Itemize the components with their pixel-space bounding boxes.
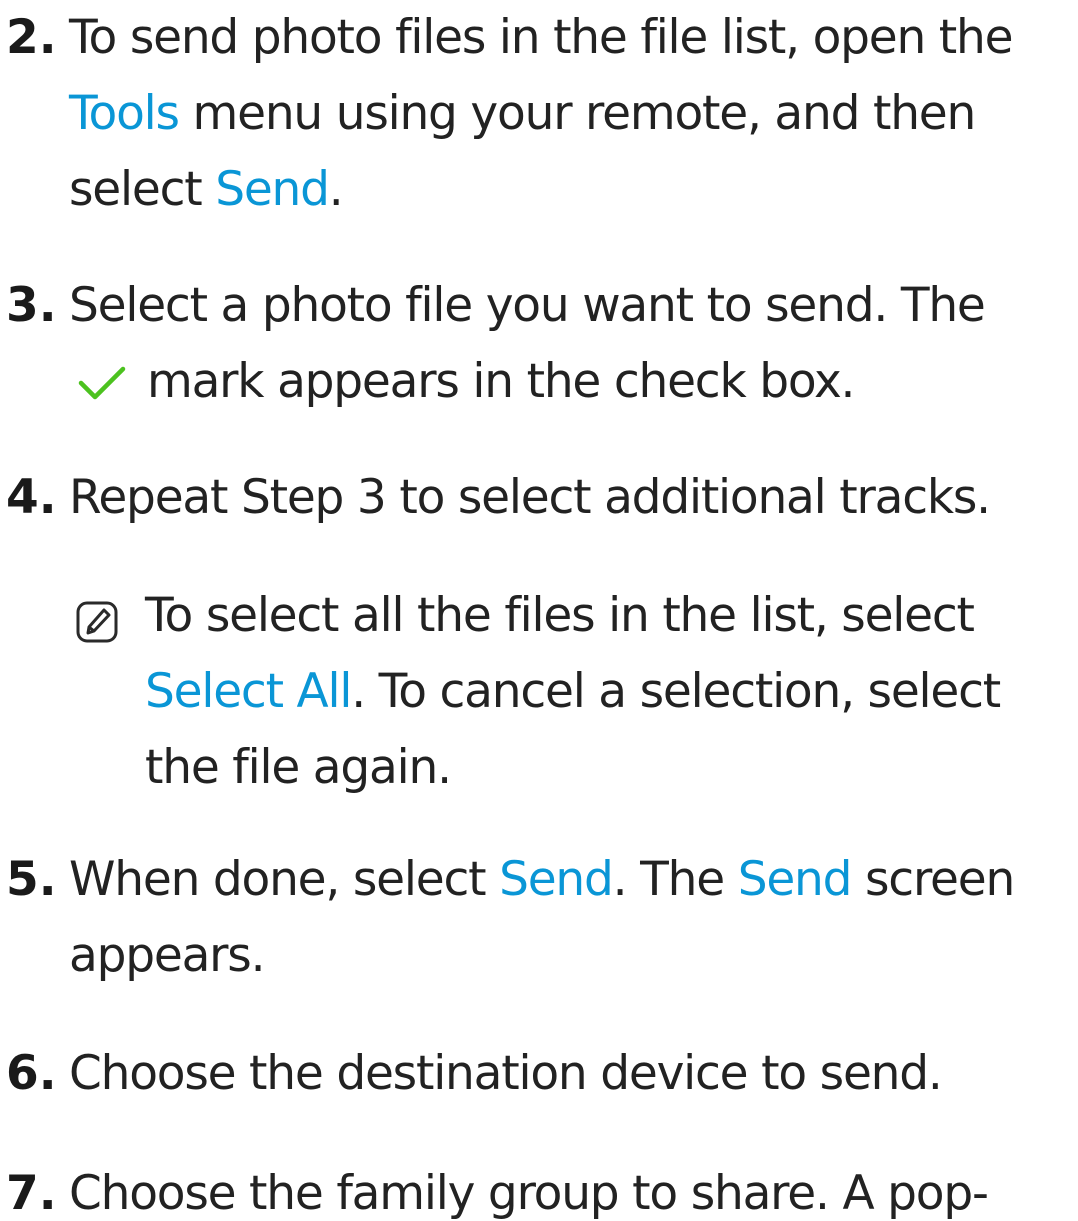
menu-term-select-all: Select All	[145, 664, 352, 719]
step-number: 7.	[6, 1166, 57, 1221]
step-number: 2.	[6, 10, 57, 65]
text-segment: To select all the files in the list, sel…	[145, 588, 975, 643]
text-segment: .	[328, 162, 344, 217]
step-3: 3. Select a photo file you want to send.…	[0, 268, 1078, 424]
step-number: 5.	[6, 852, 57, 907]
step-2: 2. To send photo files in the file list,…	[0, 0, 1078, 230]
step-4: 4. Repeat Step 3 to select additional tr…	[0, 460, 1078, 540]
step-number: 3.	[6, 278, 57, 333]
step-5: 5. When done, select Send. The Send scre…	[0, 842, 1078, 998]
menu-term-send: Send	[499, 852, 614, 907]
step-line: mark appears in the check box.	[73, 344, 1069, 420]
step-line: Select a photo file you want to send. Th…	[69, 278, 986, 333]
text-segment: When done, select	[69, 852, 500, 907]
note-pencil-icon	[75, 600, 119, 644]
step-text: Choose the family group to share. A pop-	[69, 1166, 989, 1221]
step-text: When done, select Send. The Send screen …	[69, 842, 1069, 994]
text-segment: mark appears in the check box.	[147, 354, 856, 409]
checkmark-icon	[73, 350, 131, 400]
text-segment: . The	[612, 852, 738, 907]
menu-term-send: Send	[737, 852, 853, 907]
text-segment: To send photo files in the file list, op…	[69, 10, 1014, 65]
note-text: To select all the files in the list, sel…	[145, 578, 1065, 806]
step-6: 6. Choose the destination device to send…	[0, 1036, 1078, 1116]
step-number: 4.	[6, 470, 57, 525]
step-text: Choose the destination device to send.	[69, 1046, 943, 1101]
note-block: To select all the files in the list, sel…	[0, 578, 1078, 808]
step-text: Repeat Step 3 to select additional track…	[69, 470, 991, 525]
manual-page: 2. To send photo files in the file list,…	[0, 0, 1078, 1221]
step-text: To send photo files in the file list, op…	[69, 0, 1069, 228]
menu-term-send: Send	[215, 162, 330, 217]
step-7: 7. Choose the family group to share. A p…	[0, 1156, 1078, 1221]
step-text: Select a photo file you want to send. Th…	[69, 268, 1069, 420]
menu-term-tools: Tools	[69, 86, 180, 141]
step-number: 6.	[6, 1046, 57, 1101]
text-segment: menu using your remote, and then select	[69, 86, 976, 217]
